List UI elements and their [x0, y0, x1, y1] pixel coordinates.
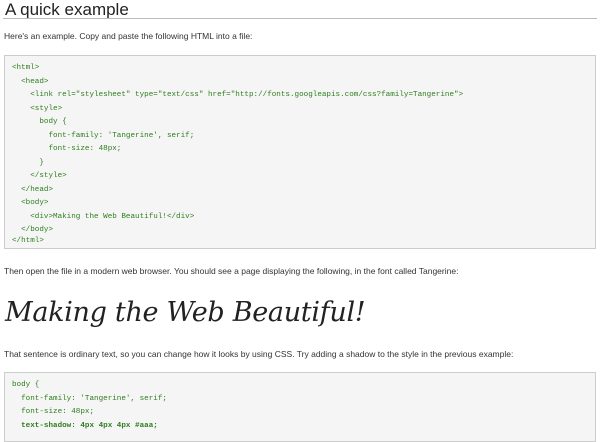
code-line: </body> [12, 226, 54, 234]
tangerine-demo-text: Making the Web Beautiful! [5, 297, 366, 328]
code-block-css-shadow[interactable]: body { font-family: 'Tangerine', serif; … [4, 372, 596, 442]
code-line: </style> [12, 172, 67, 180]
code-line: <style> [12, 104, 63, 113]
heading-divider [3, 18, 597, 19]
code-line: <div>Making the Web Beautiful!</div> [12, 212, 195, 221]
code-line: <head> [12, 77, 49, 86]
code-line: font-size: 48px; [12, 408, 95, 416]
code-line: </html> [12, 237, 44, 245]
code-line: body { [12, 118, 67, 126]
code-line: <body> [12, 199, 49, 207]
after-demo-paragraph: That sentence is ordinary text, so you c… [4, 349, 514, 359]
code-line: font-family: 'Tangerine', serif; [12, 131, 195, 140]
document-page: A quick example Here's an example. Copy … [0, 0, 600, 442]
section-heading: A quick example [5, 0, 129, 19]
code-line: body { [12, 381, 40, 389]
code-line-highlighted: text-shadow: 4px 4px 4px #aaa; [12, 421, 158, 430]
code-line: <link rel="stylesheet" type="text/css" h… [12, 91, 464, 99]
code-line: } [12, 158, 44, 167]
after-code-paragraph: Then open the file in a modern web brows… [4, 266, 459, 276]
code-line: </head> [12, 185, 54, 194]
code-line: <html> [12, 64, 40, 72]
code-block-html-example[interactable]: <html> <head> <link rel="stylesheet" typ… [4, 55, 596, 249]
intro-paragraph: Here's an example. Copy and paste the fo… [4, 31, 253, 41]
code-line: font-family: 'Tangerine', serif; [12, 394, 167, 403]
code-line: font-size: 48px; [12, 145, 122, 153]
